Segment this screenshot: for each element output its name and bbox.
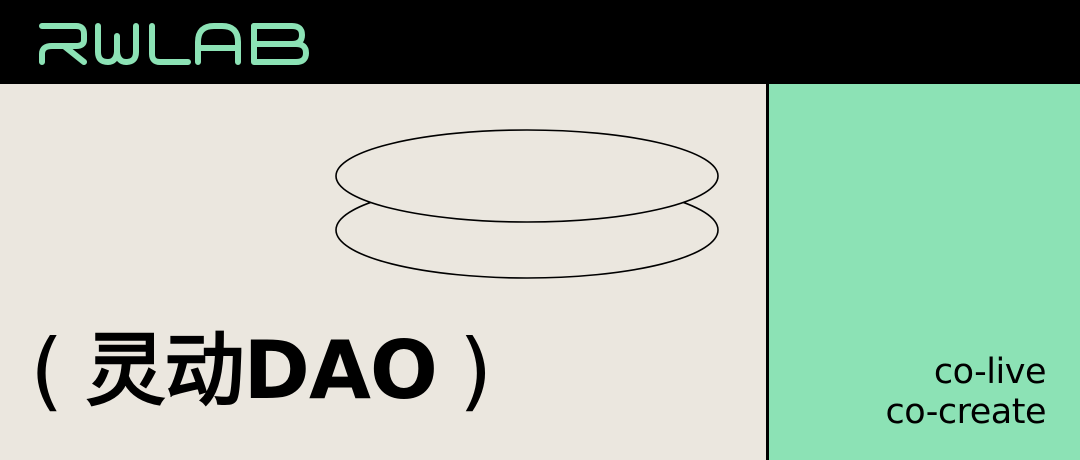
title-open-paren: (: [30, 321, 64, 421]
title-close-paren: ): [458, 321, 493, 421]
header-bar: [0, 0, 1080, 84]
title-text: 灵动DAO: [85, 324, 438, 417]
stacked-ellipses-icon: [330, 124, 730, 284]
tagline-line-1: co-live: [933, 352, 1047, 392]
tagline: co-live co-create: [885, 352, 1046, 432]
banner: ( 灵动DAO ) co-live co-create: [0, 0, 1080, 460]
rwlab-logo: [38, 22, 318, 66]
tagline-line-2: co-create: [885, 392, 1046, 432]
page-title: ( 灵动DAO ): [30, 316, 492, 426]
